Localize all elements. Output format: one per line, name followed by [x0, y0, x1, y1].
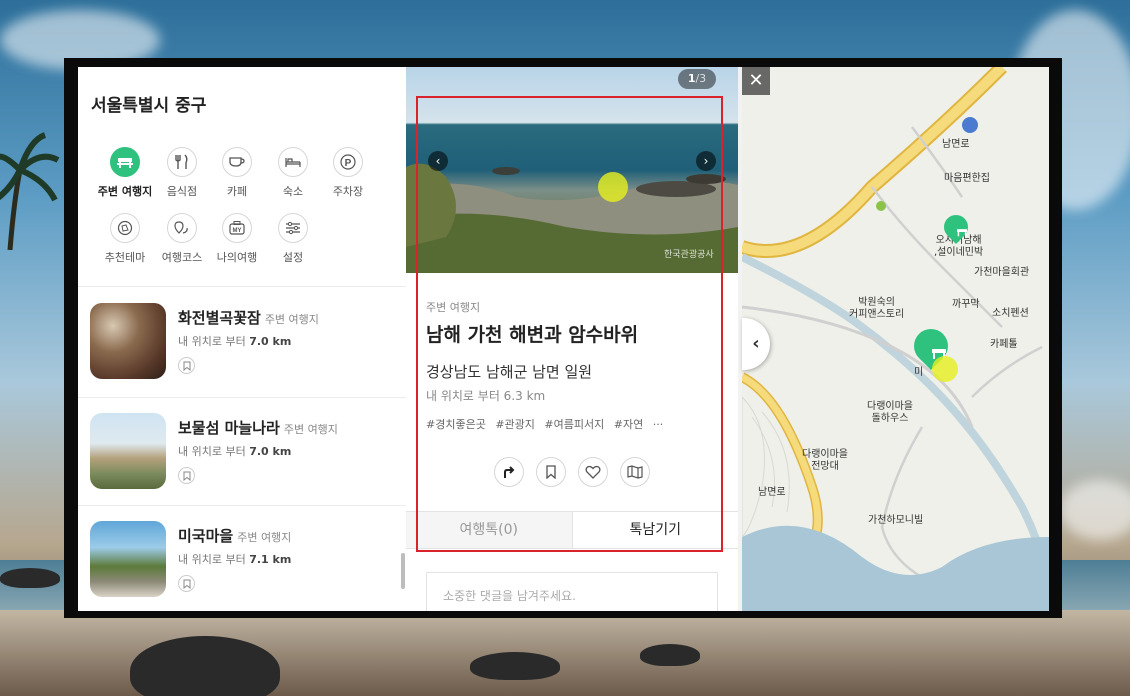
background-rock: [0, 568, 60, 588]
background-cloud: [1060, 480, 1130, 540]
place-name: 화전별곡꽃잠 주변 여행지: [178, 309, 319, 327]
map-label-poi[interactable]: 가천하모니빌: [868, 515, 923, 527]
map-label-poi[interactable]: 박원숙의 커피앤스토리: [849, 297, 904, 321]
bench-icon: [110, 147, 140, 177]
place-distance: 내 위치로 부터 7.0 km: [178, 335, 292, 348]
waypoint-marker: [876, 201, 886, 211]
map-label-poi[interactable]: 까꾸막: [952, 299, 980, 311]
coffee-cup-icon: [222, 147, 252, 177]
route-icon: [167, 213, 197, 243]
close-button[interactable]: ✕: [742, 67, 770, 95]
map-label-poi[interactable]: 카페톨: [990, 339, 1018, 351]
comment-input[interactable]: 소중한 댓글을 남겨주세요.: [426, 572, 718, 611]
map-label-poi[interactable]: 가천마을회관: [974, 267, 1029, 279]
map-label-poi[interactable]: 다랭이마을 전망대: [802, 449, 848, 473]
divider: [78, 505, 406, 506]
click-highlight: [932, 356, 958, 382]
svg-text:MY: MY: [233, 228, 242, 234]
background-rock: [470, 652, 560, 680]
place-thumbnail: [90, 413, 166, 489]
category-label: 설정: [282, 251, 304, 264]
place-thumbnail: [90, 521, 166, 597]
bus-stop-icon[interactable]: [962, 117, 978, 133]
bench-icon: [957, 229, 967, 237]
place-distance: 내 위치로 부터 7.0 km: [178, 445, 292, 458]
my-luggage-icon: MY: [222, 213, 252, 243]
place-name: 미국마을 주변 여행지: [178, 527, 292, 545]
parking-icon: P: [333, 147, 363, 177]
map-label-road: 남면로: [758, 487, 786, 498]
photo-counter: 1/3: [678, 69, 716, 89]
background-rock: [640, 644, 700, 666]
place-type: 주변 여행지: [283, 423, 338, 436]
svg-text:P: P: [345, 158, 352, 169]
divider: [78, 397, 406, 398]
list-scrollbar[interactable]: [401, 553, 405, 589]
place-type: 주변 여행지: [264, 313, 319, 326]
region-title: 서울특별시 중구: [91, 96, 207, 116]
place-name: 보물섬 마늘나라 주변 여행지: [178, 419, 338, 437]
left-panel: 서울특별시 중구 주변 여행지 음식점 카페 숙소 P 주차장 추천테마 여행코…: [78, 67, 406, 611]
divider: [78, 286, 406, 287]
map-label-poi[interactable]: 소치펜션: [992, 308, 1029, 320]
list-item[interactable]: 화전별곡꽃잠 주변 여행지 내 위치로 부터 7.0 km: [78, 291, 402, 399]
fork-knife-icon: [167, 147, 197, 177]
place-distance: 내 위치로 부터 7.1 km: [178, 553, 292, 566]
bookmark-icon[interactable]: [178, 467, 195, 484]
theme-icon: [110, 213, 140, 243]
palm-tree-icon: [0, 132, 60, 250]
bookmark-icon[interactable]: [178, 357, 195, 374]
map-label-road: 남면로: [942, 139, 970, 150]
category-parking[interactable]: P 주차장: [315, 147, 381, 199]
place-thumbnail: [90, 303, 166, 379]
highlight-box: [416, 96, 723, 552]
map-label-poi[interactable]: 미: [914, 367, 923, 379]
list-item[interactable]: 미국마을 주변 여행지 내 위치로 부터 7.1 km: [78, 509, 402, 611]
category-settings[interactable]: 설정: [260, 213, 326, 265]
place-type: 주변 여행지: [237, 531, 292, 544]
map-label-poi[interactable]: 다랭이마을 돌하우스: [867, 401, 913, 425]
bed-icon: [278, 147, 308, 177]
map-view[interactable]: 남면로 남면로 마음편한집 오시미남해 ,설이네민박 가천마을회관 박원숙의 커…: [742, 67, 1049, 611]
sliders-icon: [278, 213, 308, 243]
category-label: 주차장: [332, 185, 364, 198]
bookmark-icon[interactable]: [178, 575, 195, 592]
list-item[interactable]: 보물섬 마늘나라 주변 여행지 내 위치로 부터 7.0 km: [78, 401, 402, 509]
map-label-poi[interactable]: 마음편한집: [944, 173, 990, 185]
